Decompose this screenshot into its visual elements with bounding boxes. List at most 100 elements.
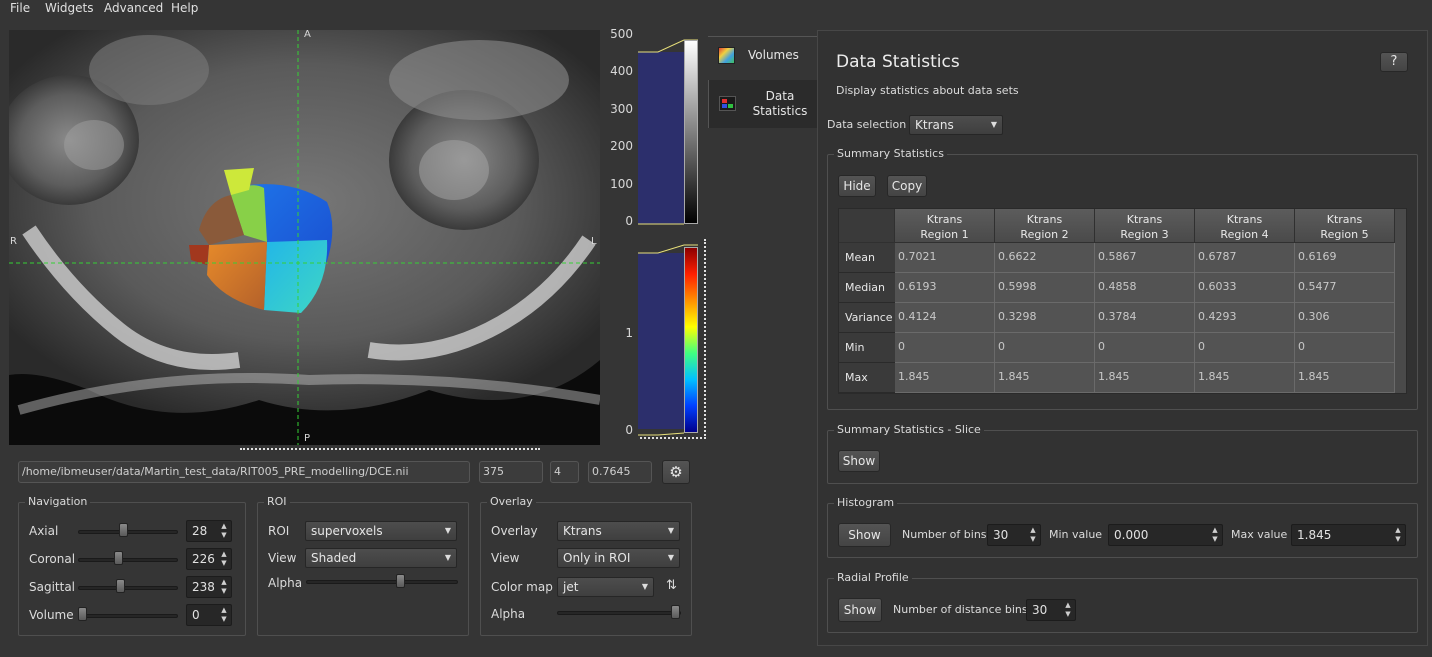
volume-colorbar[interactable]: 500 400 300 200 100 0 [600, 27, 708, 230]
spin-arrows-icon[interactable]: ▲ ▼ [219, 578, 229, 596]
table-cell[interactable]: 0.4124 [895, 303, 995, 333]
summary-statistics-table[interactable]: Ktrans Region 1 Ktrans Region 2 Ktrans R… [838, 208, 1407, 394]
coronal-slider-handle[interactable] [114, 551, 124, 565]
volume-spinbox[interactable]: 0 ▲ ▼ [186, 604, 232, 626]
help-button[interactable]: ? [1380, 52, 1408, 72]
colormap-select[interactable]: jet ▼ [557, 577, 654, 597]
spin-arrows-icon[interactable]: ▲ ▼ [219, 550, 229, 568]
table-cell[interactable]: 0.7021 [895, 243, 995, 273]
roi-view-label: View [268, 551, 297, 565]
table-cell[interactable]: 1.845 [1095, 363, 1195, 393]
histogram-bins-spinbox[interactable]: 30 ▲ ▼ [987, 524, 1041, 546]
copy-button[interactable]: Copy [887, 175, 927, 197]
table-cell[interactable]: 0.6033 [1195, 273, 1295, 303]
column-header[interactable]: Ktrans Region 5 [1295, 209, 1395, 243]
sagittal-slider[interactable] [78, 586, 178, 590]
table-cell[interactable]: 1.845 [1195, 363, 1295, 393]
gear-icon[interactable]: ⚙ [662, 460, 690, 484]
table-cell[interactable]: 0 [1195, 333, 1295, 363]
colormap-label: Color map [491, 580, 553, 594]
viewer-scrollbar[interactable] [240, 448, 540, 450]
table-cell[interactable]: 0.4858 [1095, 273, 1195, 303]
volume-index-field[interactable]: 4 [550, 461, 579, 483]
roi-view-select[interactable]: Shaded ▼ [305, 548, 457, 568]
show-histogram-button[interactable]: Show [838, 523, 891, 547]
table-cell[interactable]: 0.6622 [995, 243, 1095, 273]
column-header[interactable]: Ktrans Region 1 [895, 209, 995, 243]
data-selection-select[interactable]: Ktrans ▼ [909, 115, 1003, 135]
overlay-colorbar[interactable]: 1 0 [600, 235, 708, 440]
file-path-field[interactable]: /home/ibmeuser/data/Martin_test_data/RIT… [18, 461, 470, 483]
header-filler [1395, 209, 1406, 243]
spin-arrows-icon[interactable]: ▲ ▼ [219, 606, 229, 624]
row-header-median[interactable]: Median [839, 273, 895, 303]
row-header-min[interactable]: Min [839, 333, 895, 363]
menu-advanced[interactable]: Advanced [104, 1, 163, 15]
menu-help[interactable]: Help [171, 1, 198, 15]
table-cell[interactable]: 0 [895, 333, 995, 363]
row-header-variance[interactable]: Variance [839, 303, 895, 333]
table-cell[interactable]: 0 [995, 333, 1095, 363]
table-cell[interactable]: 0.5867 [1095, 243, 1195, 273]
table-cell[interactable]: 0.5477 [1295, 273, 1395, 303]
table-cell[interactable]: 1.845 [895, 363, 995, 393]
table-cell[interactable]: 0.6169 [1295, 243, 1395, 273]
roi-alpha-slider[interactable] [306, 580, 458, 584]
overlay-alpha-slider-handle[interactable] [671, 605, 680, 619]
overlay-bottom-scrollbar[interactable] [640, 437, 706, 439]
row-header-max[interactable]: Max [839, 363, 895, 393]
hide-button[interactable]: Hide [838, 175, 876, 197]
column-header[interactable]: Ktrans Region 4 [1195, 209, 1295, 243]
histogram-max-spinbox[interactable]: 1.845 ▲ ▼ [1291, 524, 1406, 546]
spin-arrows-icon[interactable]: ▲ ▼ [1063, 601, 1073, 619]
table-cell[interactable]: 0.4293 [1195, 303, 1295, 333]
axial-spinbox[interactable]: 28 ▲ ▼ [186, 520, 232, 542]
table-cell[interactable]: 0.3784 [1095, 303, 1195, 333]
spin-arrows-icon[interactable]: ▲ ▼ [1393, 526, 1403, 544]
roi-alpha-slider-handle[interactable] [396, 574, 406, 588]
column-header[interactable]: Ktrans Region 2 [995, 209, 1095, 243]
tab-volumes[interactable]: Volumes [708, 36, 817, 74]
menu-file[interactable]: File [10, 1, 30, 15]
voxel-index-field[interactable]: 375 [479, 461, 543, 483]
table-cell[interactable]: 0.3298 [995, 303, 1095, 333]
table-cell[interactable]: 0 [1295, 333, 1395, 363]
column-header[interactable]: Ktrans Region 3 [1095, 209, 1195, 243]
sagittal-slider-handle[interactable] [116, 579, 126, 593]
overlay-alpha-slider[interactable] [557, 611, 681, 615]
coronal-spinbox[interactable]: 226 ▲ ▼ [186, 548, 232, 570]
table-cell[interactable]: 0.306 [1295, 303, 1395, 333]
overlay-scrollbar[interactable] [704, 239, 706, 439]
volume-slider-handle[interactable] [78, 607, 87, 621]
spin-arrows-icon[interactable]: ▲ ▼ [1028, 526, 1038, 544]
tab-data-statistics-label: Data Statistics [752, 89, 808, 118]
table-cell[interactable]: 0.5998 [995, 273, 1095, 303]
table-cell[interactable]: 1.845 [1295, 363, 1395, 393]
levels-icon[interactable]: ⇅ [666, 578, 677, 593]
roi-select[interactable]: supervoxels ▼ [305, 521, 457, 541]
voxel-value-field[interactable]: 0.7645 [588, 461, 652, 483]
overlay-view-select[interactable]: Only in ROI ▼ [557, 548, 680, 568]
table-cell[interactable]: 0.6193 [895, 273, 995, 303]
sagittal-spinbox[interactable]: 238 ▲ ▼ [186, 576, 232, 598]
histogram-min-value: 0.000 [1114, 528, 1149, 542]
radial-bins-spinbox[interactable]: 30 ▲ ▼ [1026, 599, 1076, 621]
table-cell[interactable]: 1.845 [995, 363, 1095, 393]
show-slice-stats-button[interactable]: Show [838, 450, 880, 472]
row-header-mean[interactable]: Mean [839, 243, 895, 273]
spin-arrows-icon[interactable]: ▲ ▼ [1210, 526, 1220, 544]
chevron-down-icon: ▼ [990, 120, 997, 129]
axial-slider[interactable] [78, 530, 178, 534]
histogram-min-spinbox[interactable]: 0.000 ▲ ▼ [1108, 524, 1223, 546]
table-cell[interactable]: 0 [1095, 333, 1195, 363]
coronal-slider[interactable] [78, 558, 178, 562]
overlay-select[interactable]: Ktrans ▼ [557, 521, 680, 541]
spin-arrows-icon[interactable]: ▲ ▼ [219, 522, 229, 540]
menu-widgets[interactable]: Widgets [45, 1, 94, 15]
table-cell[interactable]: 0.6787 [1195, 243, 1295, 273]
tab-data-statistics[interactable]: Data Statistics [708, 80, 817, 128]
show-radial-profile-button[interactable]: Show [838, 598, 882, 622]
volume-slider[interactable] [78, 614, 178, 618]
image-viewer[interactable]: A P R L [9, 30, 600, 445]
axial-slider-handle[interactable] [118, 523, 128, 537]
